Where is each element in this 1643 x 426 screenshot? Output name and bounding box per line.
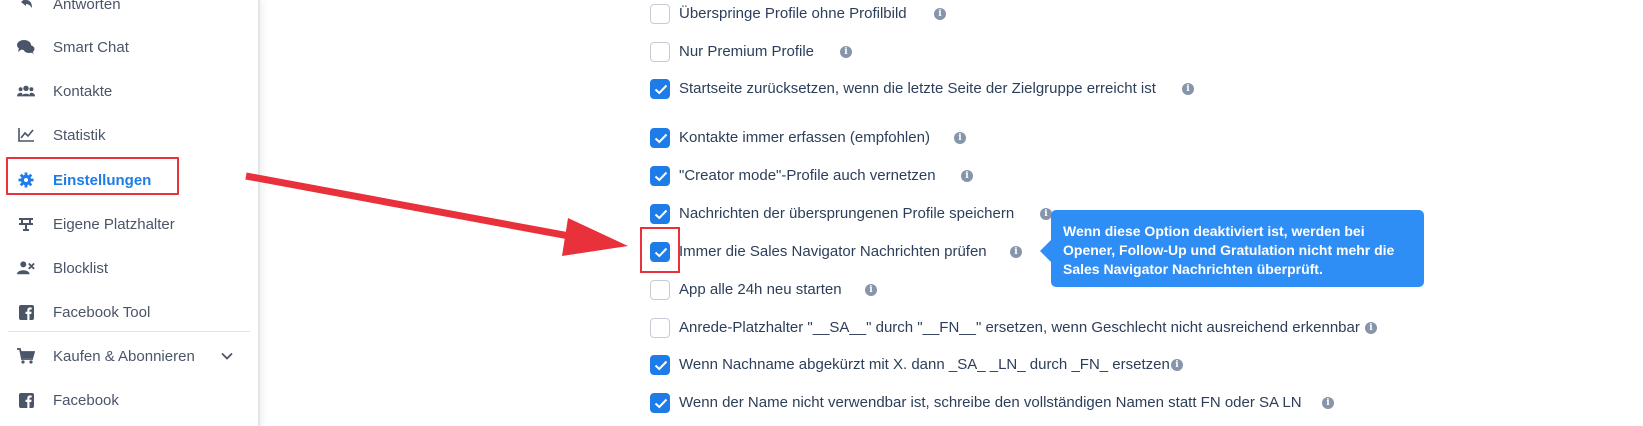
sidebar-item-facebook-tool[interactable]: Facebook Tool (0, 294, 250, 330)
highlight-box-einstellungen (6, 157, 179, 195)
checkbox[interactable] (650, 204, 670, 224)
facebook-icon (17, 303, 35, 321)
checkmark-icon (654, 209, 668, 220)
checkbox[interactable] (650, 79, 670, 99)
info-icon[interactable]: i (865, 284, 877, 296)
checkmark-icon (654, 84, 668, 95)
chart-line-icon (17, 126, 35, 144)
users-icon (17, 82, 35, 100)
info-icon[interactable]: i (1365, 322, 1377, 334)
checkbox[interactable] (650, 128, 670, 148)
sidebar-item-antworten[interactable]: Antworten (0, 0, 250, 22)
info-icon[interactable]: i (954, 132, 966, 144)
chevron-down-icon[interactable] (221, 350, 233, 362)
checkbox[interactable] (650, 393, 670, 413)
sidebar-item-eigene-platzhalter[interactable]: Eigene Platzhalter (0, 206, 250, 242)
info-icon[interactable]: i (961, 170, 973, 182)
checkbox[interactable] (650, 355, 670, 375)
sidebar-item-facebook[interactable]: Facebook (0, 382, 250, 418)
checkbox[interactable] (650, 280, 670, 300)
sidebar-item-label: Blocklist (53, 259, 109, 277)
highlight-box-checkbox (640, 227, 680, 273)
info-icon[interactable]: i (934, 8, 946, 20)
checkbox[interactable] (650, 42, 670, 62)
info-icon[interactable]: i (1322, 397, 1334, 409)
info-icon[interactable]: i (1182, 83, 1194, 95)
sidebar-item-label: Antworten (53, 0, 121, 13)
user-block-icon (17, 259, 35, 277)
option-label: Nachrichten der übersprungenen Profile s… (679, 205, 1015, 222)
option-label: Wenn der Name nicht verwendbar ist, schr… (679, 394, 1302, 411)
option-label: Immer die Sales Navigator Nachrichten pr… (679, 243, 987, 260)
info-icon[interactable]: i (840, 46, 852, 58)
checkbox[interactable] (650, 166, 670, 186)
sidebar-item-label: Facebook Tool (53, 303, 151, 321)
chat-bubbles-icon (17, 38, 35, 56)
tooltip-arrow (1040, 240, 1051, 262)
sidebar-item-label: Kaufen & Abonnieren (53, 347, 195, 365)
checkbox[interactable] (650, 318, 670, 338)
facebook-icon (17, 391, 35, 409)
sidebar: Antworten Smart Chat Kontakte Statistik … (0, 0, 260, 426)
sidebar-item-label: Smart Chat (53, 38, 129, 56)
reply-icon (17, 0, 35, 13)
sidebar-item-smart-chat[interactable]: Smart Chat (0, 29, 250, 65)
info-icon[interactable]: i (1010, 246, 1022, 258)
option-label: Nur Premium Profile (679, 43, 815, 60)
cart-icon (17, 347, 35, 365)
sidebar-item-statistik[interactable]: Statistik (0, 117, 250, 153)
option-label: Wenn Nachname abgekürzt mit X. dann _SA_… (679, 356, 1170, 373)
sidebar-item-kontakte[interactable]: Kontakte (0, 73, 250, 109)
sidebar-item-kaufen-abonnieren[interactable]: Kaufen & Abonnieren (0, 338, 250, 374)
sidebar-item-label: Kontakte (53, 82, 113, 100)
checkmark-icon (654, 171, 668, 182)
checkmark-icon (654, 360, 668, 371)
sidebar-item-label: Statistik (53, 126, 106, 144)
sidebar-divider (8, 331, 250, 332)
tooltip: Wenn diese Option deaktiviert ist, werde… (1051, 210, 1424, 287)
sidebar-item-label: Facebook (53, 391, 119, 409)
option-label: Startseite zurücksetzen, wenn die letzte… (679, 80, 1156, 97)
sidebar-item-label: Eigene Platzhalter (53, 215, 175, 233)
info-icon[interactable]: i (1171, 359, 1183, 371)
sidebar-item-blocklist[interactable]: Blocklist (0, 250, 250, 286)
placeholder-icon (17, 215, 35, 233)
option-label: Kontakte immer erfassen (empfohlen) (679, 129, 930, 146)
checkbox[interactable] (650, 4, 670, 24)
option-label: App alle 24h neu starten (679, 281, 842, 298)
option-label: "Creator mode"-Profile auch vernetzen (679, 167, 936, 184)
option-label: Überspringe Profile ohne Profilbild (679, 5, 907, 22)
option-label: Anrede-Platzhalter "__SA__" durch "__FN_… (679, 319, 1360, 336)
checkmark-icon (654, 398, 668, 409)
checkmark-icon (654, 133, 668, 144)
